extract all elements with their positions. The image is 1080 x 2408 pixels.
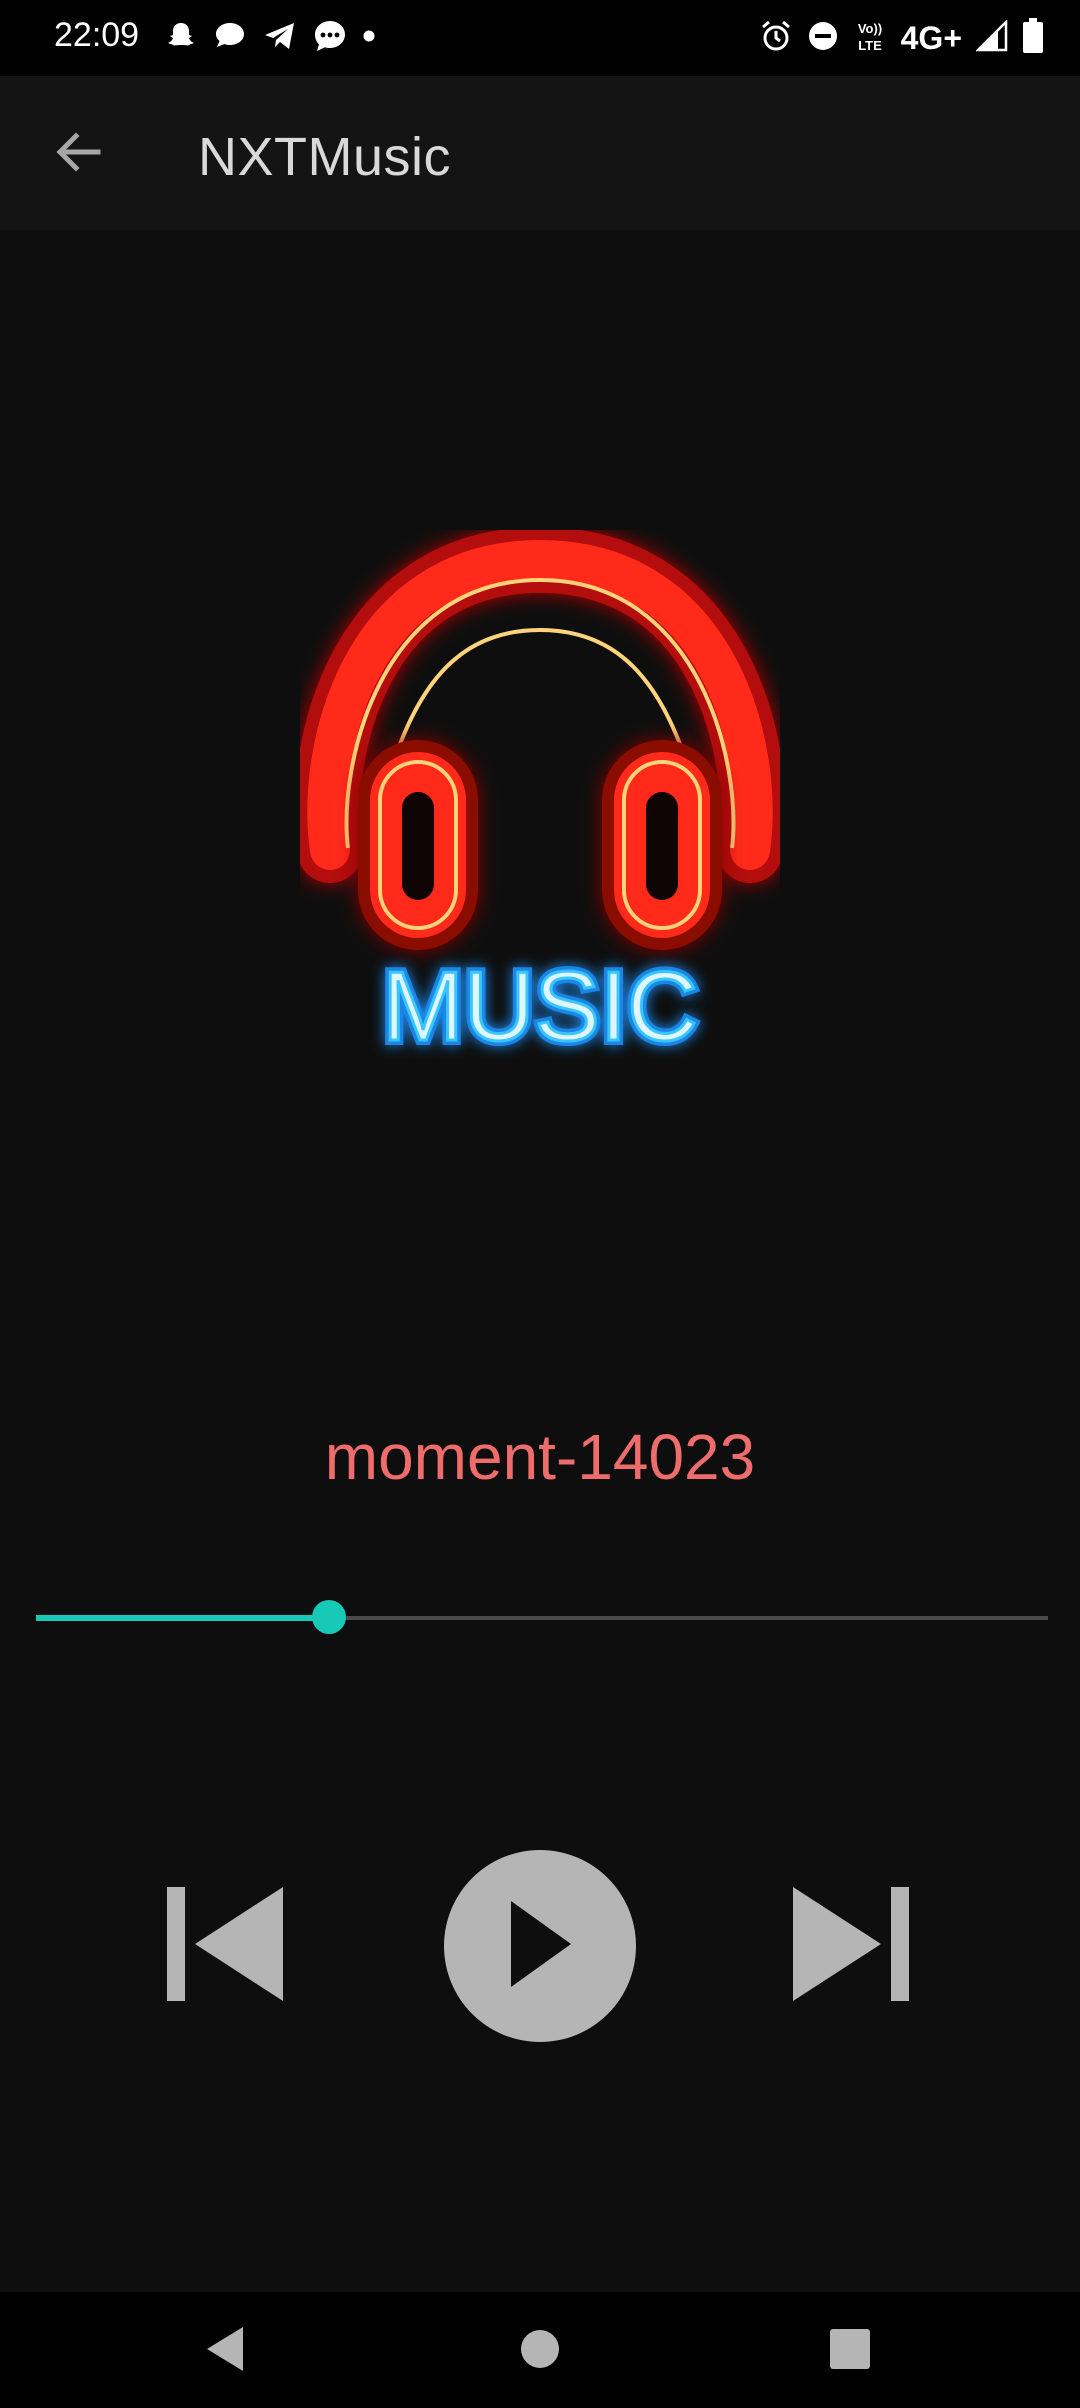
track-title: moment-14023 bbox=[324, 1421, 756, 1493]
next-button[interactable] bbox=[786, 1886, 916, 2006]
do-not-disturb-icon bbox=[807, 20, 839, 57]
battery-icon bbox=[1022, 17, 1044, 59]
skip-previous-icon bbox=[165, 1885, 285, 2008]
chat-bubble-icon bbox=[212, 19, 248, 58]
dot-icon bbox=[362, 29, 376, 48]
playback-controls bbox=[0, 1850, 1080, 2042]
music-player-screen: 22:09 Vo)) LTE 4G+ NXTMusic MUSIC MUSIC … bbox=[0, 0, 1080, 2408]
play-icon bbox=[505, 1899, 575, 1994]
neon-headphones-icon: MUSIC MUSIC bbox=[294, 526, 786, 1066]
snapchat-icon bbox=[164, 19, 198, 58]
arrow-left-icon bbox=[52, 126, 104, 183]
nav-home-button[interactable] bbox=[505, 2316, 575, 2386]
previous-button[interactable] bbox=[160, 1886, 290, 2006]
volte-icon: Vo)) LTE bbox=[853, 18, 887, 59]
status-time: 22:09 bbox=[54, 16, 140, 54]
system-status-icons: Vo)) LTE 4G+ bbox=[759, 14, 1044, 62]
volte-top-label: Vo)) bbox=[857, 21, 881, 36]
app-bar: NXTMusic bbox=[0, 76, 1080, 230]
seek-progress bbox=[36, 1615, 330, 1621]
status-bar: 22:09 Vo)) LTE 4G+ bbox=[0, 0, 1080, 76]
app-title: NXTMusic bbox=[198, 127, 452, 187]
volte-bottom-label: LTE bbox=[858, 38, 882, 53]
notification-icons bbox=[164, 18, 376, 58]
system-nav-bar bbox=[0, 2292, 1080, 2408]
telegram-icon bbox=[262, 19, 298, 58]
signal-icon bbox=[974, 18, 1008, 57]
seek-thumb[interactable] bbox=[312, 1600, 347, 1634]
message-icon bbox=[312, 18, 348, 59]
album-artwork: MUSIC MUSIC bbox=[294, 526, 786, 1070]
seek-bar[interactable] bbox=[36, 1600, 1048, 1636]
nav-home-icon bbox=[520, 2329, 560, 2374]
nav-recents-button[interactable] bbox=[815, 2316, 885, 2386]
back-button[interactable] bbox=[40, 116, 116, 192]
alarm-icon bbox=[759, 19, 793, 58]
skip-next-icon bbox=[791, 1885, 911, 2008]
nav-recents-icon bbox=[829, 2328, 871, 2375]
play-button[interactable] bbox=[444, 1850, 636, 2042]
nav-back-icon bbox=[203, 2325, 247, 2378]
network-type: 4G+ bbox=[900, 19, 962, 56]
nav-back-button[interactable] bbox=[190, 2316, 260, 2386]
music-caption: MUSIC bbox=[382, 951, 698, 1061]
